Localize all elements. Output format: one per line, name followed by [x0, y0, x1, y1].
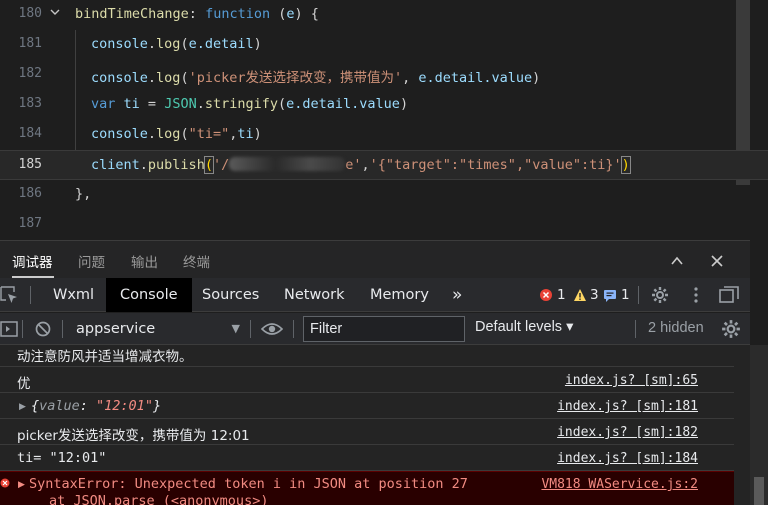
code-line: 184 console.log("ti=",ti): [0, 120, 768, 150]
error-stack-line: at JSON.parse (<anonymous>): [49, 493, 269, 505]
warning-count[interactable]: 3: [590, 287, 599, 303]
tab-terminal[interactable]: 终端: [183, 251, 210, 271]
source-link[interactable]: index.js? [sm]:181: [557, 399, 698, 414]
expand-triangle-icon[interactable]: ▶: [18, 480, 25, 490]
clear-console-icon[interactable]: [34, 320, 52, 338]
context-select-value: appservice: [76, 321, 156, 337]
divider: [635, 320, 636, 338]
console-message: 优 index.js? [sm]:65: [0, 367, 734, 393]
code-text: console.log("ti=",ti): [91, 126, 262, 142]
hidden-messages-count[interactable]: 2 hidden: [648, 320, 704, 336]
tab-debugger[interactable]: 调试器: [12, 251, 53, 271]
console-message: ▶ {value: "12:01"} index.js? [sm]:181: [0, 393, 734, 419]
log-levels-dropdown[interactable]: Default levels ▾: [475, 319, 573, 335]
divider: [30, 286, 31, 304]
console-scrollbar[interactable]: [750, 345, 768, 505]
divider: [62, 320, 63, 338]
tab-problems[interactable]: 问题: [78, 251, 105, 271]
line-number: 187: [18, 216, 42, 231]
tab-console[interactable]: Console: [106, 278, 192, 312]
message-object[interactable]: {value: "12:01"}: [31, 398, 161, 414]
source-link[interactable]: index.js? [sm]:65: [565, 373, 698, 388]
line-number: 180: [18, 6, 42, 21]
code-line: 180 bindTimeChange: function (e) {: [0, 0, 768, 30]
line-number: 185: [18, 157, 42, 172]
more-tabs-button[interactable]: »: [438, 278, 476, 312]
tab-output[interactable]: 输出: [131, 251, 158, 271]
fold-chevron-icon[interactable]: [50, 7, 60, 17]
tab-memory[interactable]: Memory: [356, 278, 443, 312]
error-icon: [0, 478, 10, 488]
console-settings-gear-icon[interactable]: [721, 319, 741, 339]
undock-icon[interactable]: [719, 286, 739, 304]
scrollbar-thumb[interactable]: [754, 477, 764, 505]
console-messages[interactable]: 动注意防风并适当增减衣物。 优 index.js? [sm]:65 ▶ {val…: [0, 345, 750, 505]
tab-wxml[interactable]: Wxml: [39, 278, 108, 312]
divider: [293, 320, 294, 338]
expand-triangle-icon[interactable]: ▶: [19, 402, 26, 412]
error-icon[interactable]: [539, 288, 553, 302]
live-expression-eye-icon[interactable]: [261, 321, 283, 337]
line-number: 181: [18, 36, 42, 51]
source-link[interactable]: VM818 WAService.js:2: [541, 477, 698, 492]
code-text: var ti = JSON.stringify(e.detail.value): [91, 96, 409, 112]
code-line: 183 var ti = JSON.stringify(e.detail.val…: [0, 90, 768, 120]
line-number: 184: [18, 126, 42, 141]
chevron-up-icon[interactable]: [669, 253, 685, 269]
dropdown-caret-icon: ▼: [231, 322, 240, 335]
code-line: 186 },: [0, 180, 768, 210]
settings-gear-icon[interactable]: [651, 286, 669, 304]
console-message: 动注意防风并适当增减衣物。: [0, 345, 734, 367]
panel-tab-bar: 调试器 问题 输出 终端: [0, 240, 768, 278]
tab-network[interactable]: Network: [270, 278, 359, 312]
message-text: ti= "12:01": [17, 450, 107, 466]
divider: [22, 320, 23, 338]
console-toolbar: appservice ▼ Filter Default levels ▾ 2 h…: [0, 313, 750, 345]
close-icon[interactable]: [709, 253, 725, 269]
filter-input[interactable]: Filter: [303, 316, 465, 342]
inspect-element-icon[interactable]: [0, 286, 18, 304]
console-error-message: ▶ SyntaxError: Unexpected token i in JSO…: [0, 471, 734, 505]
code-line: 187: [0, 210, 768, 240]
code-line: 181 console.log(e.detail): [0, 30, 768, 60]
source-link[interactable]: index.js? [sm]:182: [557, 425, 698, 440]
line-number: 183: [18, 96, 42, 111]
source-link[interactable]: index.js? [sm]:184: [557, 451, 698, 466]
error-text: SyntaxError: Unexpected token i in JSON …: [29, 476, 468, 492]
warning-icon[interactable]: [573, 288, 587, 302]
sidebar-toggle-icon[interactable]: [0, 320, 18, 338]
code-editor[interactable]: 180 bindTimeChange: function (e) { 181 c…: [0, 0, 768, 240]
console-message: ti= "12:01" index.js? [sm]:184: [0, 445, 734, 471]
devtools-tab-bar: Wxml Console Sources Network Memory » 1 …: [0, 278, 750, 312]
code-text: client.publish('/e','{"target":"times","…: [91, 156, 631, 174]
line-number: 182: [18, 66, 42, 81]
redacted-topic: [229, 157, 346, 171]
code-text: },: [75, 186, 92, 202]
divider: [638, 286, 639, 304]
divider: [250, 320, 251, 338]
message-text: 优: [17, 376, 31, 392]
error-count[interactable]: 1: [557, 287, 566, 303]
more-vertical-icon[interactable]: [689, 286, 703, 304]
context-select[interactable]: appservice ▼: [68, 317, 248, 341]
message-text: 动注意防风并适当增减衣物。: [17, 349, 193, 365]
info-message-icon[interactable]: [603, 288, 617, 302]
code-line-current: 185 client.publish('/e','{"target":"time…: [0, 150, 768, 180]
code-text: console.log('picker发送选择改变，携带值为', e.detai…: [91, 70, 541, 86]
console-message: picker发送选择改变，携带值为 12:01 index.js? [sm]:1…: [0, 419, 734, 445]
message-text: picker发送选择改变，携带值为 12:01: [17, 428, 250, 444]
tab-sources[interactable]: Sources: [188, 278, 273, 312]
line-number: 186: [18, 186, 42, 201]
code-line: 182 console.log('picker发送选择改变，携带值为', e.d…: [0, 60, 768, 90]
info-count[interactable]: 1: [621, 287, 630, 303]
code-text: bindTimeChange: function (e) {: [75, 6, 319, 22]
code-text: console.log(e.detail): [91, 36, 262, 52]
